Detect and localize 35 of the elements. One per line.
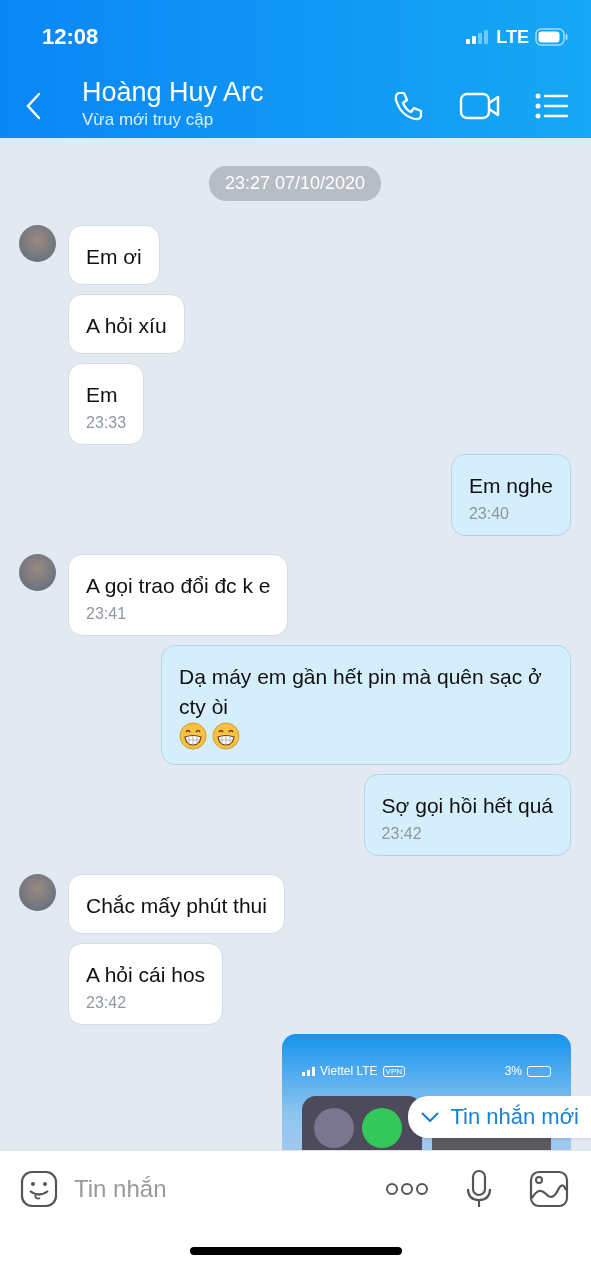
network-label: LTE	[496, 26, 529, 48]
message-text: A hỏi xíu	[86, 313, 167, 339]
carrier-label: Viettel LTE	[320, 1064, 378, 1078]
contact-status: Vừa mới truy cập	[82, 109, 215, 130]
status-time: 12:08	[42, 24, 99, 50]
airplane-toggle	[314, 1108, 354, 1148]
avatar[interactable]	[19, 225, 56, 262]
avatar[interactable]	[19, 554, 56, 591]
contact-name: Hoàng Huy Arc	[82, 76, 265, 108]
battery-icon	[527, 1065, 551, 1077]
message-time: 23:42	[86, 994, 128, 1012]
battery-icon	[535, 28, 569, 46]
date-divider: 23:27 07/10/2020	[208, 166, 382, 201]
message-time: 23:33	[86, 414, 127, 432]
message-time: 23:42	[381, 825, 423, 843]
message-time: 23:41	[86, 605, 128, 623]
message-text: A gọi trao đổi đc k e	[86, 573, 271, 599]
battery-percent: 3%	[504, 1064, 522, 1078]
message-text: Sợ gọi hồi hết quá	[381, 793, 553, 819]
grinning-face-icon	[212, 722, 240, 750]
vpn-badge: VPN	[382, 1065, 406, 1077]
message-text: Em nghe	[468, 473, 553, 499]
message-text: Em	[86, 382, 118, 408]
cellular-toggle	[362, 1108, 402, 1148]
message-text: Em ơi	[86, 244, 142, 270]
signal-icon	[466, 30, 491, 44]
grinning-face-icon	[179, 722, 207, 750]
message-time: 23:40	[468, 505, 510, 523]
signal-icon	[302, 1066, 315, 1076]
chevron-down-icon	[420, 1111, 441, 1123]
avatar[interactable]	[19, 874, 56, 911]
message-text: Dạ máy em gần hết pin mà quên sạc ở cty òi	[179, 664, 543, 720]
message-text: A hỏi cái hos	[86, 962, 206, 988]
new-messages-toast[interactable]: Tin nhắn mới	[408, 1096, 591, 1138]
message-text: Chắc mấy phút thui	[86, 893, 267, 919]
